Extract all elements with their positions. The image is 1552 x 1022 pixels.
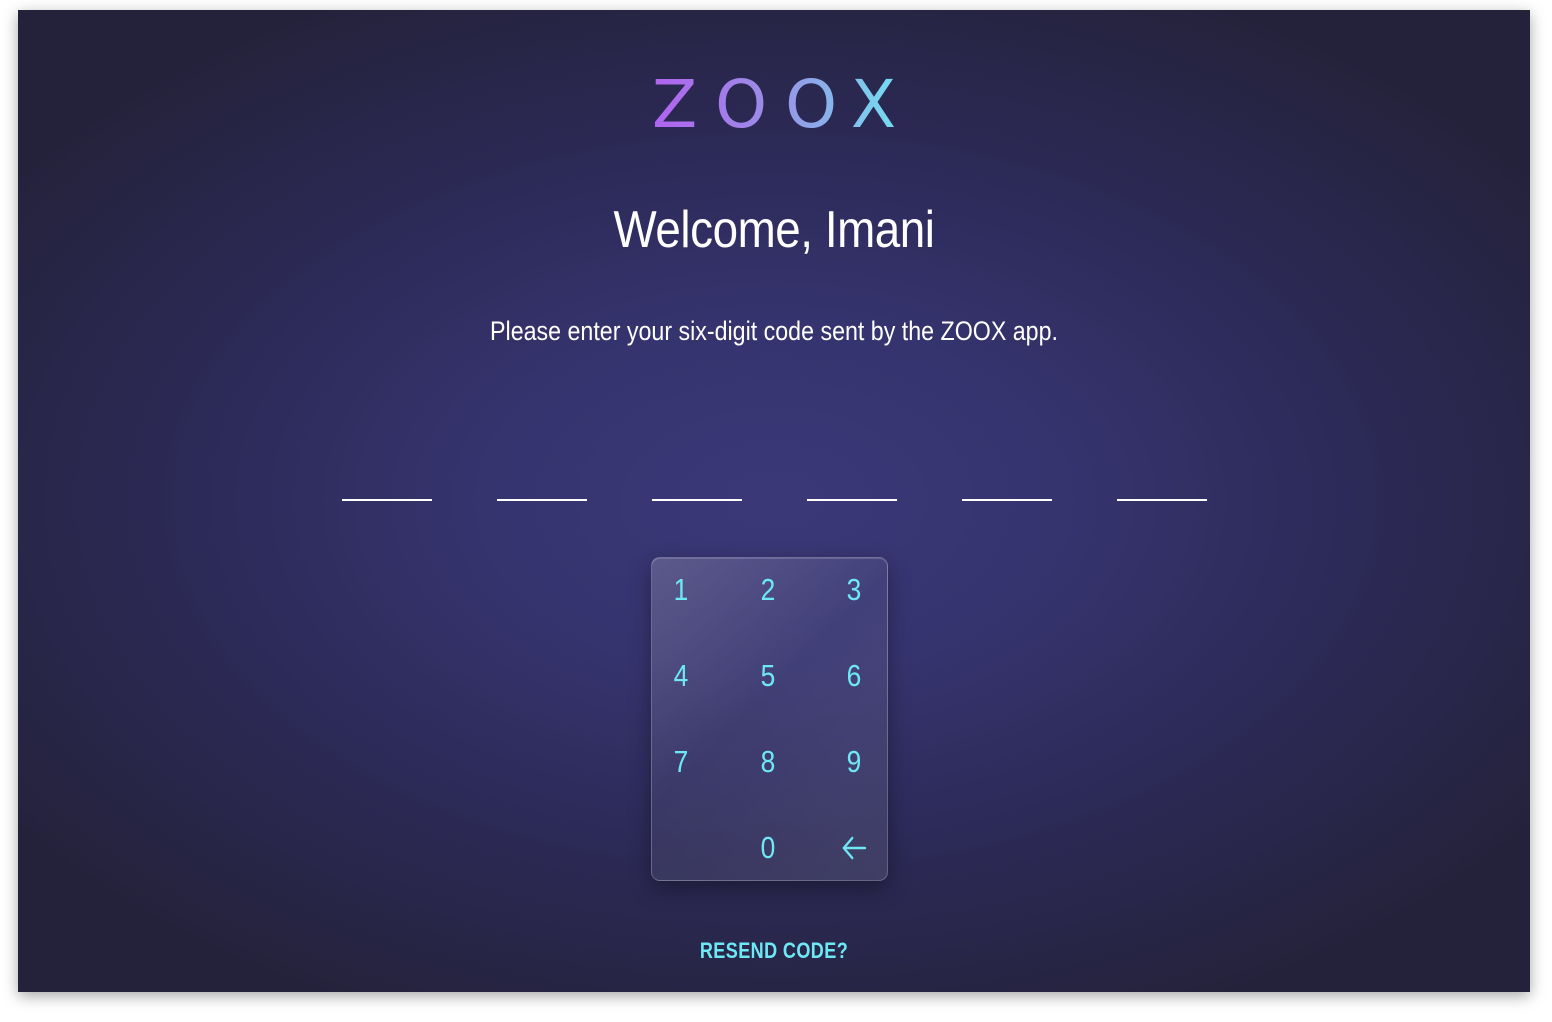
instructions-text: Please enter your six-digit code sent by… xyxy=(490,316,1058,346)
key-6[interactable]: 6 xyxy=(829,646,880,706)
key-8[interactable]: 8 xyxy=(743,732,794,792)
key-9[interactable]: 9 xyxy=(829,732,880,792)
welcome-heading: Welcome, Imani xyxy=(613,201,935,259)
code-digit-slot-3[interactable] xyxy=(652,499,742,501)
login-screen: ZOOX Welcome, Imani Please enter your si… xyxy=(18,10,1530,992)
key-7[interactable]: 7 xyxy=(656,732,707,792)
code-digit-slot-1[interactable] xyxy=(342,499,432,501)
zoox-logo: ZOOX xyxy=(18,72,1530,138)
resend-code-link[interactable]: RESEND CODE? xyxy=(154,938,1394,964)
key-0[interactable]: 0 xyxy=(743,818,794,878)
key-5[interactable]: 5 xyxy=(743,646,794,706)
code-digit-slot-4[interactable] xyxy=(807,499,897,501)
key-3[interactable]: 3 xyxy=(829,560,880,620)
backspace-button[interactable] xyxy=(829,818,880,878)
arrow-left-icon xyxy=(842,836,867,860)
key-4[interactable]: 4 xyxy=(656,646,707,706)
code-digit-slot-5[interactable] xyxy=(962,499,1052,501)
logo-text: ZOOX xyxy=(634,72,914,138)
key-1[interactable]: 1 xyxy=(656,560,707,620)
code-digit-slot-6[interactable] xyxy=(1117,499,1207,501)
numeric-keypad: 1 2 3 4 5 6 7 8 9 0 xyxy=(651,557,888,881)
key-2[interactable]: 2 xyxy=(743,560,794,620)
code-digit-slot-2[interactable] xyxy=(497,499,587,501)
